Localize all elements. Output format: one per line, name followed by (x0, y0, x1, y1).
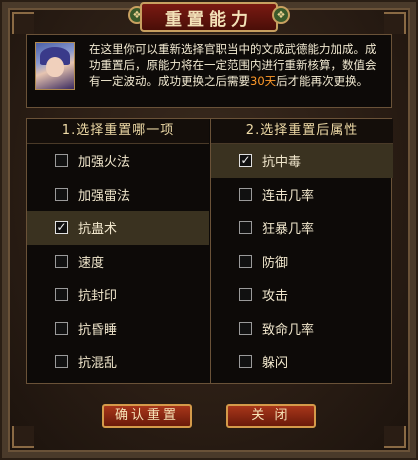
target-option-row[interactable]: 连击几率 (211, 178, 393, 212)
source-option-label: 加强火法 (78, 155, 131, 171)
checkbox-icon[interactable] (55, 321, 68, 335)
source-option-label: 加强雷法 (78, 188, 131, 204)
target-option-label: 防御 (262, 255, 289, 271)
checkbox-icon[interactable] (239, 288, 252, 302)
target-option-row[interactable]: 狂暴几率 (211, 211, 393, 245)
character-portrait (35, 42, 75, 90)
checkbox-icon[interactable] (239, 221, 252, 235)
source-option-row[interactable]: 加强火法 (27, 144, 209, 178)
corner-ornament (12, 426, 34, 448)
checkbox-icon[interactable] (55, 254, 68, 268)
info-description: 在这里你可以重新选择官职当中的文成武德能力加成。成功重置后，原能力将在一定范围内… (89, 41, 387, 89)
checkbox-icon[interactable] (239, 321, 252, 335)
source-option-row[interactable]: 抗昏睡 (27, 312, 209, 346)
source-option-row[interactable]: 加强雷法 (27, 178, 209, 212)
portrait-face (46, 57, 64, 77)
reset-target-column: 2.选择重置后属性 ✓ 抗中毒连击几率狂暴几率防御攻击致命几率躲闪 (210, 119, 393, 383)
source-option-row[interactable]: 速度 (27, 245, 209, 279)
checkbox-icon[interactable] (55, 154, 68, 168)
checkbox-checked-icon[interactable]: ✓ (55, 221, 68, 235)
reset-source-column: 1.选择重置哪一项 加强火法加强雷法 ✓ 抗蛊术速度抗封印抗昏睡抗混乱 (27, 119, 209, 383)
checkbox-icon[interactable] (55, 288, 68, 302)
source-option-label: 速度 (78, 255, 105, 271)
checkbox-icon[interactable] (55, 187, 68, 201)
target-option-label: 连击几率 (262, 188, 315, 204)
target-option-label: 躲闪 (262, 356, 289, 372)
target-option-label: 致命几率 (262, 322, 315, 338)
confirm-reset-button[interactable]: 确认重置 (102, 404, 192, 428)
target-option-row[interactable]: 致命几率 (211, 312, 393, 346)
info-highlight: 30天 (250, 74, 277, 88)
checkbox-icon[interactable] (239, 187, 252, 201)
reset-target-list: ✓ 抗中毒连击几率狂暴几率防御攻击致命几率躲闪 (211, 144, 393, 379)
info-panel: 在这里你可以重新选择官职当中的文成武德能力加成。成功重置后，原能力将在一定范围内… (26, 34, 392, 108)
checkbox-icon[interactable] (239, 355, 252, 369)
reset-source-list: 加强火法加强雷法 ✓ 抗蛊术速度抗封印抗昏睡抗混乱 (27, 144, 209, 379)
window-title: 重置能力 (165, 9, 253, 30)
target-option-row[interactable]: 防御 (211, 245, 393, 279)
corner-ornament (12, 12, 34, 34)
target-option-row[interactable]: ✓ 抗中毒 (211, 144, 393, 178)
reset-target-header: 2.选择重置后属性 (211, 119, 393, 144)
target-option-label: 攻击 (262, 289, 289, 305)
source-option-row[interactable]: 抗混乱 (27, 345, 209, 379)
close-button[interactable]: 关 闭 (226, 404, 316, 428)
source-option-row[interactable]: ✓ 抗蛊术 (27, 211, 209, 245)
title-plate: 重置能力 (140, 2, 278, 32)
checkbox-icon[interactable] (239, 254, 252, 268)
options-panel: 1.选择重置哪一项 加强火法加强雷法 ✓ 抗蛊术速度抗封印抗昏睡抗混乱 2.选择重置… (26, 118, 393, 384)
info-text-tail: 后才能再次更换。 (276, 74, 369, 88)
source-option-label: 抗昏睡 (78, 322, 118, 338)
source-option-label: 抗混乱 (78, 356, 118, 372)
source-option-label: 抗蛊术 (78, 222, 118, 238)
target-option-label: 抗中毒 (262, 155, 302, 171)
target-option-row[interactable]: 躲闪 (211, 345, 393, 379)
target-option-label: 狂暴几率 (262, 222, 315, 238)
source-option-label: 抗封印 (78, 289, 118, 305)
corner-ornament (384, 12, 406, 34)
checkbox-icon[interactable] (55, 355, 68, 369)
reset-source-header: 1.选择重置哪一项 (27, 119, 209, 144)
source-option-row[interactable]: 抗封印 (27, 278, 209, 312)
title-ornament-icon: ❖ (272, 6, 290, 24)
checkbox-checked-icon[interactable]: ✓ (239, 154, 252, 168)
target-option-row[interactable]: 攻击 (211, 278, 393, 312)
corner-ornament (384, 426, 406, 448)
